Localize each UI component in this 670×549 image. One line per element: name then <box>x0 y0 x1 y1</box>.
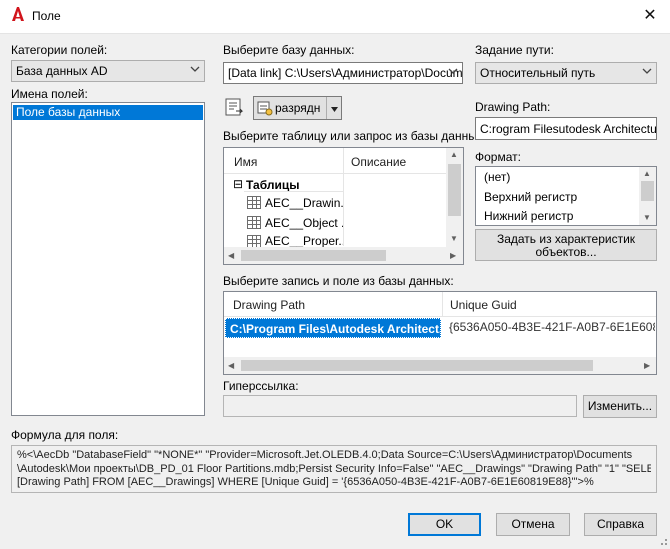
table-row[interactable]: C:\Program Files\Autodesk Architect... {… <box>224 318 656 338</box>
column-header-description[interactable]: Описание <box>351 155 406 169</box>
record-grid-hscroll[interactable]: ◀ ▶ <box>224 357 656 374</box>
table-select-label: Выберите таблицу или запрос из базы данн… <box>223 129 487 143</box>
column-header-unique-guid[interactable]: Unique Guid <box>450 298 517 312</box>
help-button[interactable]: Справка <box>584 513 657 536</box>
scroll-thumb[interactable] <box>641 181 654 201</box>
set-from-properties-line2: объектов... <box>535 245 597 259</box>
format-icon <box>257 100 273 119</box>
tree-group-tables[interactable]: Таблицы <box>246 178 299 192</box>
database-dropdown[interactable]: [Data link] C:\Users\Администратор\Docum… <box>223 62 463 84</box>
cancel-button[interactable]: Отмена <box>496 513 570 536</box>
table-cell[interactable]: C:\Program Files\Autodesk Architect... <box>225 318 441 338</box>
scroll-right-icon[interactable]: ▶ <box>644 361 650 370</box>
tree-item[interactable]: AEC__Proper... <box>244 233 344 247</box>
path-type-selected: Относительный путь <box>480 66 596 80</box>
hyperlink-field[interactable] <box>223 395 577 417</box>
format-button-label: разрядн <box>275 101 321 115</box>
scroll-up-icon[interactable]: ▲ <box>643 169 651 178</box>
scroll-right-icon[interactable]: ▶ <box>450 251 456 260</box>
column-divider <box>343 148 344 174</box>
categories-label: Категории полей: <box>11 43 108 57</box>
formula-line: [Drawing Path] FROM [AEC__Drawings] WHER… <box>17 476 594 488</box>
formula-line: \Autodesk\Мои проекты\DB_PD_01 Floor Par… <box>17 462 651 475</box>
table-tree-header: Имя Описание <box>224 148 446 174</box>
tree-item-label: AEC__Proper... <box>265 234 343 247</box>
number-format-button[interactable]: разрядн <box>253 96 342 120</box>
set-from-properties-button[interactable]: Задать из характеристик объектов... <box>475 229 657 261</box>
chevron-down-icon <box>448 66 458 79</box>
scroll-thumb[interactable] <box>241 360 593 371</box>
tree-item[interactable]: AEC__Object ... <box>244 214 344 232</box>
browse-database-button[interactable] <box>223 96 245 118</box>
column-header-drawing-path[interactable]: Drawing Path <box>233 298 305 312</box>
split-divider <box>326 97 327 119</box>
record-grid[interactable]: Drawing Path Unique Guid C:\Program File… <box>223 291 657 375</box>
categories-dropdown[interactable]: База данных AD <box>11 60 205 82</box>
field-names-label: Имена полей: <box>11 87 88 101</box>
scroll-left-icon[interactable]: ◀ <box>228 251 234 260</box>
close-icon[interactable]: ✕ <box>636 4 664 28</box>
field-names-list[interactable]: Поле базы данных <box>11 102 205 416</box>
table-icon <box>247 216 261 229</box>
column-header-name[interactable]: Имя <box>234 155 257 169</box>
scroll-thumb[interactable] <box>241 250 386 261</box>
edit-hyperlink-button[interactable]: Изменить... <box>583 395 657 418</box>
column-divider <box>442 292 443 317</box>
autocad-a-icon <box>10 6 26 24</box>
table-tree-hscroll[interactable]: ◀ ▶ <box>224 247 463 264</box>
database-browse-icon <box>225 98 244 116</box>
record-grid-header: Drawing Path Unique Guid <box>224 292 656 317</box>
tree-item[interactable]: AEC__Drawin... <box>244 194 344 212</box>
resize-grip-icon[interactable] <box>656 534 668 549</box>
database-selected: [Data link] C:\Users\Администратор\Docum… <box>228 66 463 80</box>
scroll-up-icon[interactable]: ▲ <box>450 150 458 159</box>
hyperlink-label: Гиперссылка: <box>223 379 299 393</box>
collapse-icon[interactable]: ⊟ <box>233 177 243 191</box>
record-select-label: Выберите запись и поле из базы данных: <box>223 274 454 288</box>
table-tree-vscroll[interactable]: ▲ ▼ <box>446 148 463 247</box>
table-cell[interactable]: {6536A050-4B3E-421F-A0B7-6E1E608... <box>449 320 655 334</box>
database-label: Выберите базу данных: <box>223 43 355 57</box>
format-list-vscroll[interactable]: ▲ ▼ <box>639 167 656 225</box>
table-icon <box>247 196 261 209</box>
path-type-label: Задание пути: <box>475 43 554 57</box>
drawing-path-field[interactable]: C:rogram Filesutodesk Architectural <box>475 117 657 140</box>
list-item[interactable]: Верхний регистр <box>484 190 577 204</box>
scroll-left-icon[interactable]: ◀ <box>228 361 234 370</box>
list-item[interactable]: Поле базы данных <box>13 105 203 120</box>
tree-item-label: AEC__Drawin... <box>265 196 343 210</box>
title-bar: Поле ✕ <box>0 0 670 34</box>
scroll-down-icon[interactable]: ▼ <box>643 213 651 222</box>
table-icon <box>247 235 261 247</box>
format-list[interactable]: (нет) Верхний регистр Нижний регистр ▲ ▼ <box>475 166 657 226</box>
chevron-down-icon <box>190 64 200 77</box>
table-tree[interactable]: Имя Описание ⊟ Таблицы AEC__Drawin... AE… <box>223 147 464 265</box>
drawing-path-label: Drawing Path: <box>475 100 551 114</box>
path-type-dropdown[interactable]: Относительный путь <box>475 62 657 84</box>
list-item[interactable]: Нижний регистр <box>484 209 573 223</box>
row-divider <box>244 191 344 192</box>
list-item[interactable]: (нет) <box>484 170 510 184</box>
chevron-down-icon <box>642 66 652 79</box>
scroll-thumb[interactable] <box>448 164 461 216</box>
format-label: Формат: <box>475 150 521 164</box>
categories-selected: База данных AD <box>16 64 108 78</box>
window-title: Поле <box>32 9 61 23</box>
caret-down-icon[interactable] <box>330 103 339 117</box>
ok-button[interactable]: OK <box>408 513 481 536</box>
formula-label: Формула для поля: <box>11 428 119 442</box>
formula-text: %<\AecDb "DatabaseField" "*NONE*" "Provi… <box>11 445 657 493</box>
tree-item-label: AEC__Object ... <box>265 216 343 230</box>
scroll-down-icon[interactable]: ▼ <box>450 234 458 243</box>
formula-line: %<\AecDb "DatabaseField" "*NONE*" "Provi… <box>17 449 633 461</box>
